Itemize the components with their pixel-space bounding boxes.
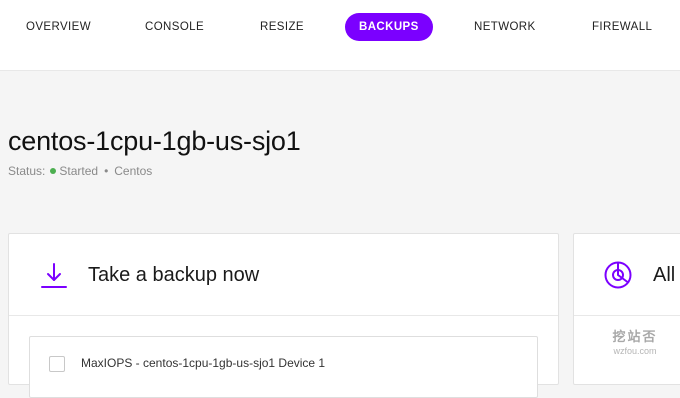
download-icon bbox=[41, 263, 67, 288]
all-card-header[interactable]: All bbox=[574, 234, 680, 316]
all-backups-card: All bbox=[573, 233, 680, 385]
tab-network[interactable]: NETWORK bbox=[474, 13, 536, 41]
tab-firewall[interactable]: FIREWALL bbox=[592, 13, 652, 41]
device-checkbox[interactable] bbox=[49, 356, 65, 372]
status-dot-icon bbox=[50, 168, 57, 175]
watermark-sub: wzfou.com bbox=[613, 346, 657, 356]
device-row[interactable]: MaxIOPS - centos-1cpu-1gb-us-sjo1 Device… bbox=[29, 336, 538, 398]
os-label: Centos bbox=[114, 164, 153, 178]
tab-backups[interactable]: BACKUPS bbox=[345, 13, 433, 41]
pie-chart-icon bbox=[604, 261, 632, 289]
status-separator: • bbox=[104, 164, 109, 178]
tab-resize[interactable]: RESIZE bbox=[260, 13, 304, 41]
status-label: Status: bbox=[8, 164, 46, 178]
watermark: 挖站否 wzfou.com bbox=[598, 326, 672, 356]
tab-overview[interactable]: OVERVIEW bbox=[26, 13, 91, 41]
tab-bar: OVERVIEW CONSOLE RESIZE BACKUPS NETWORK … bbox=[0, 0, 680, 71]
status-value: Started bbox=[59, 164, 99, 178]
backup-now-card: Take a backup now MaxIOPS - centos-1cpu-… bbox=[8, 233, 559, 398]
page-title: centos-1cpu-1gb-us-sjo1 bbox=[8, 126, 301, 156]
device-label: MaxIOPS - centos-1cpu-1gb-us-sjo1 Device… bbox=[81, 356, 326, 370]
watermark-main: 挖站否 bbox=[612, 329, 658, 344]
tab-console[interactable]: CONSOLE bbox=[145, 13, 204, 41]
backup-card-title: Take a backup now bbox=[88, 264, 260, 286]
backup-card-header[interactable]: Take a backup now bbox=[9, 234, 558, 316]
all-card-title: All bbox=[653, 264, 676, 286]
server-status-line: Status: Started • Centos bbox=[8, 164, 152, 178]
